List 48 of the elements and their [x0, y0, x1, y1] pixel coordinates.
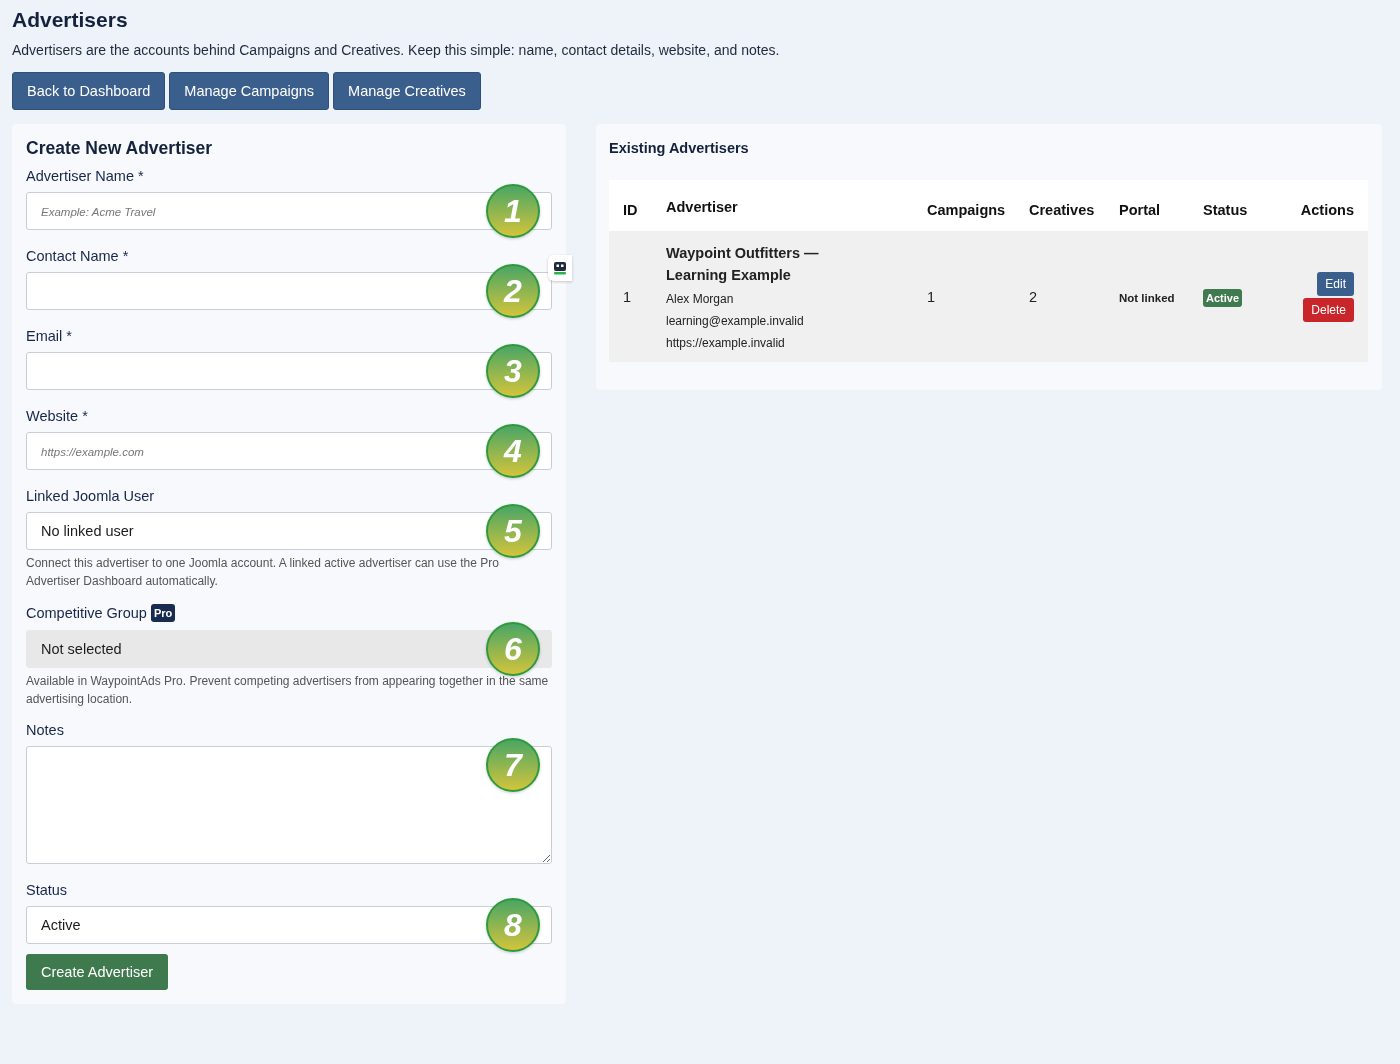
advertiser-website: https://example.invalid: [666, 335, 786, 352]
column-header: Advertiser: [666, 199, 738, 215]
step-marker: 3: [486, 344, 540, 398]
column-header: Creatives: [1029, 202, 1095, 218]
status-badge: Active: [1203, 288, 1243, 307]
text-field[interactable]: [26, 272, 552, 310]
notes-field[interactable]: [26, 746, 552, 864]
step-marker: 2: [486, 264, 540, 318]
field-label: Website *: [26, 408, 88, 424]
create-button[interactable]: Create Advertiser: [26, 954, 169, 990]
step-marker: 1: [486, 184, 540, 238]
edit-button[interactable]: Edit: [1317, 271, 1354, 296]
contact-name: Alex Morgan: [666, 291, 735, 308]
nav-button[interactable]: Back to Dashboard: [12, 72, 166, 110]
creatives-count: 2: [1029, 288, 1038, 305]
nav-button[interactable]: Manage Creatives: [333, 72, 481, 110]
field-hint: Available in WaypointAds Pro. Prevent competing advertisers from appearing together in the same advertising location.: [26, 673, 550, 708]
field-label: Contact Name *: [26, 248, 129, 264]
page-title: Advertisers: [12, 8, 129, 32]
field-label: Linked Joomla User: [26, 488, 155, 504]
step-marker: 4: [486, 424, 540, 478]
field-label: Email *: [26, 328, 72, 344]
page-description: Advertisers are the accounts behind Campaigns and Creatives. Keep this simple: name, contact details, website, and notes.: [12, 42, 781, 58]
form-title: Create New Advertiser: [26, 138, 214, 159]
field-hint: Connect this advertiser to one Joomla account. A linked active advertiser can use the Pro Advertiser Dashboard automatically.: [26, 555, 500, 590]
step-marker: 8: [486, 898, 540, 952]
field-label: Competitive Group: [26, 605, 147, 621]
campaigns-count: 1: [927, 288, 936, 305]
column-header: Actions: [1300, 202, 1354, 218]
delete-button[interactable]: Delete: [1303, 297, 1354, 322]
field-label: Status: [26, 882, 68, 898]
pro-badge: Pro: [150, 604, 176, 622]
portal-label: Not linked: [1119, 291, 1175, 304]
column-header: Status: [1203, 202, 1248, 218]
text-field[interactable]: [26, 352, 552, 390]
step-marker: 6: [486, 622, 540, 676]
column-header: Campaigns: [927, 202, 1006, 218]
advertiser-name: Waypoint Outfitters — Learning Example: [666, 244, 820, 285]
robot-icon[interactable]: [548, 255, 572, 281]
id-cell: 1: [623, 288, 632, 305]
column-header: Portal: [1119, 202, 1161, 218]
column-header: ID: [623, 202, 638, 218]
table-title: Existing Advertisers: [609, 140, 750, 156]
field-label: Advertiser Name *: [26, 168, 144, 184]
field-label: Notes: [26, 722, 64, 738]
nav-button[interactable]: Manage Campaigns: [169, 72, 330, 110]
advertiser-email: learning@example.invalid: [666, 313, 805, 330]
step-marker: 5: [486, 504, 540, 558]
